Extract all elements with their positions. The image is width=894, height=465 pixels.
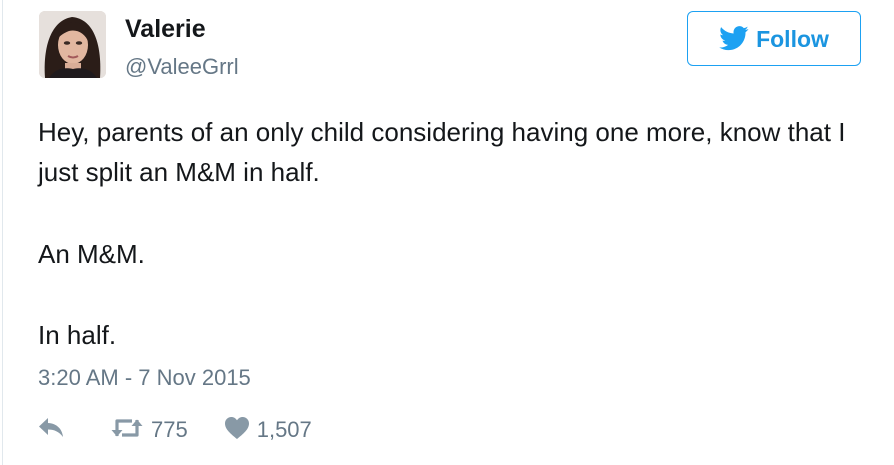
display-name[interactable]: Valerie xyxy=(125,14,206,44)
twitter-bird-icon xyxy=(719,26,749,51)
like-button[interactable]: 1,507 xyxy=(224,416,312,445)
tweet-paragraph: An M&M. xyxy=(38,239,145,269)
reply-icon xyxy=(38,417,64,444)
tweet-timestamp[interactable]: 3:20 AM - 7 Nov 2015 xyxy=(38,364,251,392)
follow-label: Follow xyxy=(756,25,829,52)
tweet-card: Valerie @ValeeGrrl Follow Hey, parents o… xyxy=(0,0,894,465)
heart-icon xyxy=(224,416,250,445)
tweet-text: Hey, parents of an only child considerin… xyxy=(38,112,858,355)
user-handle[interactable]: @ValeeGrrl xyxy=(125,53,239,81)
reply-button[interactable] xyxy=(38,417,64,444)
tweet-paragraph: Hey, parents of an only child considerin… xyxy=(38,117,846,187)
tweet-paragraph: In half. xyxy=(38,320,117,350)
like-count: 1,507 xyxy=(256,417,312,442)
retweet-count: 775 xyxy=(151,417,188,442)
avatar-image xyxy=(39,11,106,78)
follow-button[interactable]: Follow xyxy=(687,11,861,66)
retweet-button[interactable]: 775 xyxy=(110,416,188,445)
tweet-actions: 775 1,507 xyxy=(38,414,312,446)
card-border xyxy=(2,0,3,465)
retweet-icon xyxy=(110,416,144,445)
avatar[interactable] xyxy=(39,11,106,78)
